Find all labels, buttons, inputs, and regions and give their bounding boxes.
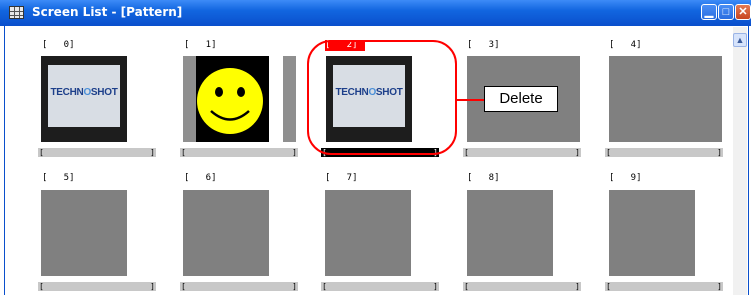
screen-thumbnail[interactable] [467, 190, 553, 276]
screen-number: [ 6] [184, 173, 217, 183]
screen-title-field[interactable]: [] [180, 282, 298, 291]
selection-highlight-ring [307, 40, 457, 155]
screen-number: [ 3] [467, 40, 500, 50]
callout-leader-line [456, 99, 484, 101]
title-bar[interactable]: Screen List - [Pattern] ▁ □ ✕ [0, 0, 751, 26]
maximize-button[interactable]: □ [718, 4, 734, 20]
device-logo: TECHNOSHOT [50, 87, 118, 98]
screen-thumbnail[interactable]: TECHNOSHOT [41, 56, 127, 142]
screen-number: [ 0] [42, 40, 75, 50]
window-title: Screen List - [Pattern] [32, 5, 183, 19]
screen-thumbnail[interactable] [325, 190, 411, 276]
minimize-icon: ▁ [704, 6, 714, 18]
screen-number: [ 9] [609, 173, 642, 183]
screen-thumbnail[interactable] [609, 56, 722, 142]
smiley-image [183, 56, 296, 142]
screen-title-field[interactable]: [] [180, 148, 298, 157]
screen-number: [ 4] [609, 40, 642, 50]
close-icon: ✕ [738, 6, 748, 18]
screen-thumbnail[interactable] [41, 190, 127, 276]
screen-title-field[interactable]: [] [605, 148, 723, 157]
screen-thumbnail[interactable] [609, 190, 695, 276]
delete-callout: Delete [484, 86, 558, 112]
close-button[interactable]: ✕ [735, 4, 751, 20]
screen-title-field[interactable]: [] [463, 148, 581, 157]
smiley-face-icon [197, 68, 263, 134]
vertical-scrollbar[interactable]: ▲ [733, 27, 747, 295]
screen-list-window: Screen List - [Pattern] ▁ □ ✕ ▲ [ 0] TEC… [0, 0, 751, 295]
screen-number: [ 5] [42, 173, 75, 183]
device-image: TECHNOSHOT [41, 56, 127, 142]
screen-title-field[interactable]: [] [321, 282, 439, 291]
screen-number: [ 1] [184, 40, 217, 50]
minimize-button[interactable]: ▁ [701, 4, 717, 20]
screen-title-field[interactable]: [] [38, 282, 156, 291]
screen-thumbnail[interactable] [183, 190, 269, 276]
screen-title-field[interactable]: [] [605, 282, 723, 291]
screen-number: [ 7] [325, 173, 358, 183]
maximize-icon: □ [722, 6, 730, 18]
screen-thumbnail[interactable] [183, 56, 296, 142]
screen-title-field[interactable]: [] [463, 282, 581, 291]
screen-number: [ 8] [467, 173, 500, 183]
screen-title-field[interactable]: [] [38, 148, 156, 157]
chevron-up-icon[interactable]: ▲ [733, 33, 747, 47]
grid-icon [9, 6, 24, 19]
